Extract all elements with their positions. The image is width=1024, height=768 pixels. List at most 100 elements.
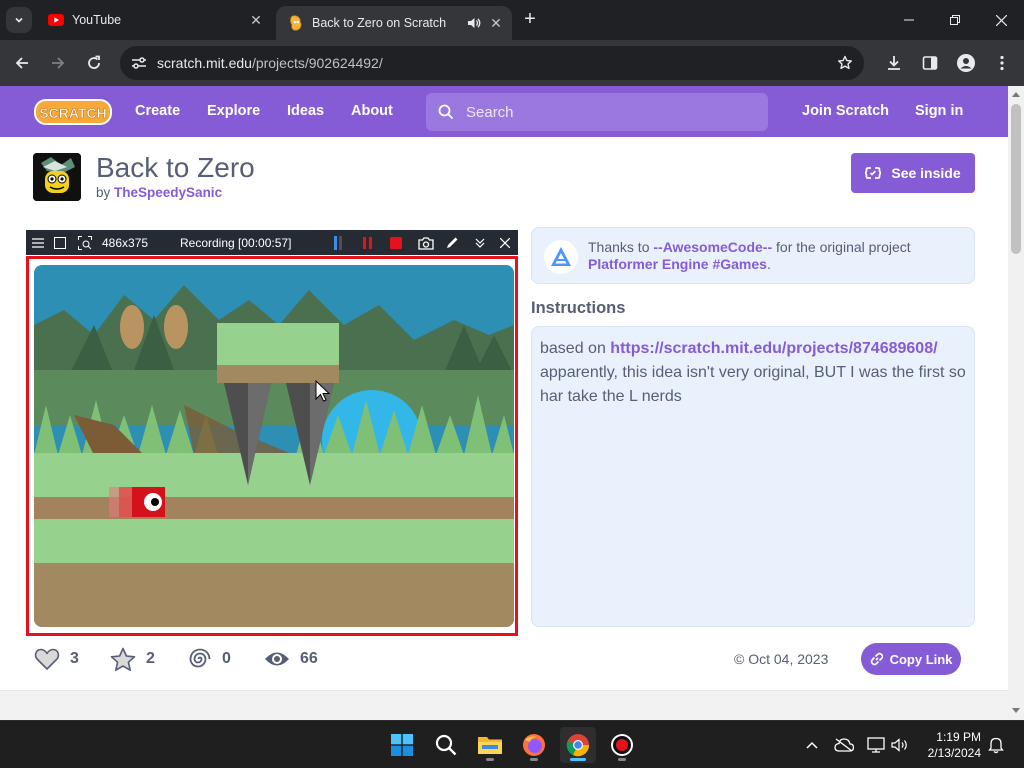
search-box[interactable] [426,93,768,131]
chevron-down-icon [15,17,23,23]
clock-time: 1:19 PM [936,730,981,744]
author-avatar[interactable] [33,153,81,201]
nav-explore[interactable]: Explore [207,103,260,119]
project-title: Back to Zero [96,152,255,183]
new-tab-button[interactable]: + [518,8,542,32]
stop-icon[interactable] [388,235,404,251]
by-label: by [96,185,111,200]
love-stat[interactable]: 3 [34,646,79,672]
search-icon [435,734,457,756]
chrome-menu-button[interactable] [990,51,1014,75]
start-button[interactable] [384,727,420,763]
remix-count: 0 [222,650,231,667]
minimize-button[interactable] [886,0,932,40]
running-indicator [486,758,494,761]
instructions-text: apparently, this idea isn't very origina… [540,364,966,405]
tab-audio-playing-icon[interactable] [466,15,482,31]
download-icon [888,56,900,70]
instructions-link[interactable]: https://scratch.mit.edu/projects/8746896… [610,340,937,357]
project-stage[interactable] [34,265,514,627]
audio-level-icon [330,235,346,251]
game-scene [34,265,514,627]
remix-user-link[interactable]: --AwesomeCode-- [653,239,772,255]
capture-size-icon[interactable] [77,235,93,251]
recorder-app-button[interactable] [604,727,640,763]
bookmark-star-icon[interactable] [836,54,854,72]
close-tab-icon[interactable]: ✕ [488,15,504,31]
url-text[interactable]: scratch.mit.edu/projects/902624492/ [157,55,383,71]
favorite-stat[interactable]: 2 [110,646,155,672]
nav-create[interactable]: Create [135,103,180,119]
folder-icon [478,737,502,754]
collapse-icon[interactable] [472,235,488,251]
region-icon[interactable] [52,235,68,251]
search-input[interactable] [466,102,756,122]
scroll-down-arrow[interactable] [1012,708,1020,713]
downloads-button[interactable] [882,51,906,75]
see-inside-button[interactable]: See inside [851,153,975,193]
sign-in-link[interactable]: Sign in [915,103,963,119]
close-recorder-icon[interactable] [497,235,513,251]
search-icon [438,104,454,120]
side-panel-button[interactable] [918,51,942,75]
scrollbar-thumb[interactable] [1011,104,1021,254]
see-inside-icon [865,167,882,179]
join-scratch-link[interactable]: Join Scratch [802,103,889,119]
taskbar-clock[interactable]: 1:19 PM 2/13/2024 [921,729,981,761]
show-hidden-icons-button[interactable] [802,735,822,755]
back-button[interactable] [10,51,34,75]
logo-text: SCRATCH [39,105,106,121]
pause-icon[interactable] [360,235,376,251]
remix-project-link[interactable]: Platformer Engine #Games [588,256,767,272]
nav-ideas[interactable]: Ideas [287,103,324,119]
notifications-button[interactable] [986,735,1006,755]
file-explorer-button[interactable] [472,727,508,763]
nav-about[interactable]: About [351,103,393,119]
remix-spiral-icon [189,648,211,668]
profile-icon [957,54,975,72]
arrow-left-icon [15,57,28,69]
address-bar[interactable]: scratch.mit.edu/projects/902624492/ [120,46,864,80]
chrome-button[interactable] [560,727,596,763]
site-info-icon[interactable] [130,54,148,72]
page-scrollbar[interactable] [1008,86,1024,720]
remix-prefix: Thanks to [588,239,650,255]
firefox-button[interactable] [516,727,552,763]
minimize-icon [904,19,914,21]
tab-title: Back to Zero on Scratch [312,16,447,30]
tab-search-button[interactable] [6,7,32,33]
screen-recorder-toolbar: 486x375 Recording [00:00:57] [26,230,518,255]
remix-stat: 0 [188,646,231,672]
forward-button[interactable] [46,51,70,75]
author-link[interactable]: TheSpeedySanic [114,185,222,200]
tab-youtube[interactable]: YouTube ✕ [36,0,272,40]
reload-button[interactable] [82,51,106,75]
scroll-up-arrow[interactable] [1012,92,1020,97]
taskbar-search-button[interactable] [428,727,464,763]
onedrive-button[interactable] [834,735,854,755]
running-indicator [530,758,538,761]
copy-link-button[interactable]: Copy Link [861,643,961,675]
bell-icon [988,737,1004,754]
scratch-logo[interactable]: SCRATCH [34,98,112,126]
camera-icon[interactable] [418,235,434,251]
recording-status: Recording [00:00:57] [180,236,292,250]
profile-button[interactable] [954,51,978,75]
tab-scratch[interactable]: Back to Zero on Scratch ✕ [276,6,512,40]
arrow-right-icon [52,57,65,69]
close-tab-icon[interactable]: ✕ [248,12,264,28]
chevron-up-icon [806,741,818,749]
volume-button[interactable] [890,735,910,755]
close-window-button[interactable] [978,0,1024,40]
more-vertical-icon [1000,55,1004,71]
pen-icon[interactable] [444,235,460,251]
page-footer-edge [0,690,1008,720]
restore-button[interactable] [932,0,978,40]
menu-icon[interactable] [30,235,46,251]
url-host: scratch.mit.edu [157,55,252,71]
network-icon [867,737,885,753]
network-button[interactable] [866,735,886,755]
shared-date-text: Oct 04, 2023 [748,651,829,667]
firefox-icon [523,734,545,756]
remix-credit-box: Thanks to --AwesomeCode-- for the origin… [531,227,975,284]
